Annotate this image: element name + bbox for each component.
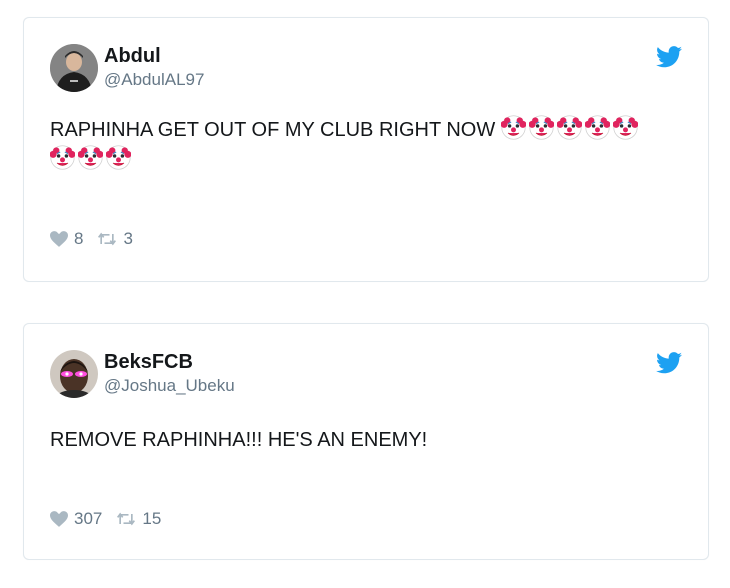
retweet-button[interactable]: 3: [97, 229, 133, 249]
clown-face-icon: [105, 145, 132, 170]
tweet-actions: 8 3: [50, 229, 147, 249]
tweet-card[interactable]: Abdul @AbdulAL97 RAPHINHA GET OUT OF MY …: [23, 17, 709, 282]
retweet-count: 3: [123, 229, 133, 248]
retweet-icon: [98, 232, 117, 246]
like-count: 8: [74, 229, 84, 248]
tweet-text-content: REMOVE RAPHINHA!!! HE'S AN ENEMY!: [50, 429, 428, 451]
tweet-text: REMOVE RAPHINHA!!! HE'S AN ENEMY!: [50, 425, 668, 455]
clown-face-icon: [612, 115, 639, 140]
clown-face-icon: [556, 115, 583, 140]
tweet-actions: 307 15: [50, 509, 175, 529]
clown-face-icon: [584, 115, 611, 140]
user-handle[interactable]: @Joshua_Ubeku: [104, 376, 235, 396]
clown-face-icon: [528, 115, 555, 140]
retweet-count: 15: [142, 509, 162, 528]
heart-icon: [50, 511, 68, 527]
retweet-icon: [117, 512, 136, 526]
clown-face-icon: [77, 145, 104, 170]
display-name[interactable]: BeksFCB: [104, 350, 193, 374]
twitter-bird-icon[interactable]: [656, 46, 682, 68]
like-count: 307: [74, 509, 103, 528]
avatar[interactable]: [50, 44, 98, 92]
heart-icon: [50, 231, 68, 247]
like-button[interactable]: 307: [50, 509, 102, 529]
tweet-text-content: RAPHINHA GET OUT OF MY CLUB RIGHT NOW: [50, 119, 496, 141]
display-name[interactable]: Abdul: [104, 44, 161, 68]
tweet-card[interactable]: BeksFCB @Joshua_Ubeku REMOVE RAPHINHA!!!…: [23, 323, 709, 560]
tweet-text: RAPHINHA GET OUT OF MY CLUB RIGHT NOW: [49, 115, 668, 175]
clown-face-icon: [500, 115, 527, 140]
retweet-button[interactable]: 15: [116, 509, 161, 529]
twitter-bird-icon[interactable]: [656, 352, 682, 374]
user-handle[interactable]: @AbdulAL97: [104, 70, 204, 90]
avatar[interactable]: [50, 350, 98, 398]
like-button[interactable]: 8: [50, 229, 83, 249]
clown-face-icon: [49, 145, 76, 170]
